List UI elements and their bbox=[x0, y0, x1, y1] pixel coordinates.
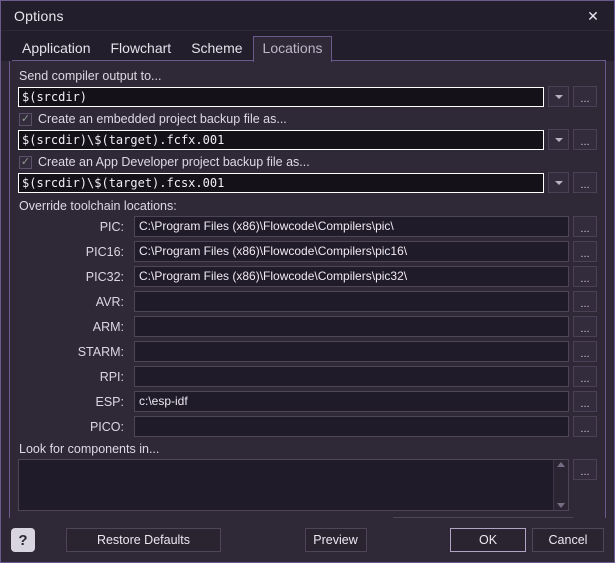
embedded-backup-input[interactable]: $(srcdir)\$(target).fcfx.001 bbox=[18, 130, 544, 150]
tab-strip: Application Flowchart Scheme Locations bbox=[1, 31, 614, 61]
components-browse-button[interactable]: ... bbox=[573, 459, 597, 480]
toolchain-browse-pic[interactable]: ... bbox=[573, 216, 597, 237]
tab-flowchart[interactable]: Flowchart bbox=[101, 36, 182, 62]
embedded-backup-row: $(srcdir)\$(target).fcfx.001 ... bbox=[18, 129, 597, 150]
toolchain-row-pic16: PIC16: C:\Program Files (x86)\Flowcode\C… bbox=[18, 241, 597, 262]
triangle-down-icon[interactable] bbox=[557, 503, 565, 508]
toolchain-label-pic32: PIC32: bbox=[18, 270, 130, 284]
embedded-backup-checkbox-row: ✓ Create an embedded project backup file… bbox=[19, 112, 597, 126]
toolchain-label-rpi: RPI: bbox=[18, 370, 130, 384]
embedded-backup-checkbox[interactable]: ✓ bbox=[19, 113, 32, 126]
clear-component-cache-button[interactable]: Clear component cache bbox=[393, 517, 573, 518]
toolchain-input-pic32[interactable]: C:\Program Files (x86)\Flowcode\Compiler… bbox=[134, 266, 569, 287]
toolchain-label-esp: ESP: bbox=[18, 395, 130, 409]
toolchain-input-rpi[interactable] bbox=[134, 366, 569, 387]
toolchain-row-pic: PIC: C:\Program Files (x86)\Flowcode\Com… bbox=[18, 216, 597, 237]
appdev-backup-input[interactable]: $(srcdir)\$(target).fcsx.001 bbox=[18, 173, 544, 193]
cancel-button[interactable]: Cancel bbox=[532, 528, 604, 552]
components-label: Look for components in... bbox=[19, 442, 597, 456]
components-textarea[interactable] bbox=[18, 459, 569, 511]
toolchain-label-pic16: PIC16: bbox=[18, 245, 130, 259]
toolchain-row-esp: ESP: c:\esp-idf ... bbox=[18, 391, 597, 412]
appdev-backup-browse-button[interactable]: ... bbox=[573, 172, 597, 193]
toolchain-label: Override toolchain locations: bbox=[19, 199, 597, 213]
toolchain-input-pic16[interactable]: C:\Program Files (x86)\Flowcode\Compiler… bbox=[134, 241, 569, 262]
toolchain-browse-avr[interactable]: ... bbox=[573, 291, 597, 312]
window-title: Options bbox=[14, 8, 580, 24]
toolchain-browse-pic32[interactable]: ... bbox=[573, 266, 597, 287]
toolchain-input-avr[interactable] bbox=[134, 291, 569, 312]
clear-cache-row: Clear component cache bbox=[18, 517, 597, 518]
toolchain-browse-starm[interactable]: ... bbox=[573, 341, 597, 362]
components-row: ... bbox=[18, 459, 597, 511]
tab-application[interactable]: Application bbox=[12, 36, 101, 62]
toolchain-browse-esp[interactable]: ... bbox=[573, 391, 597, 412]
check-icon: ✓ bbox=[21, 157, 30, 168]
compiler-output-browse-button[interactable]: ... bbox=[573, 86, 597, 107]
toolchain-row-pic32: PIC32: C:\Program Files (x86)\Flowcode\C… bbox=[18, 266, 597, 287]
toolchain-browse-pic16[interactable]: ... bbox=[573, 241, 597, 262]
toolchain-row-arm: ARM: ... bbox=[18, 316, 597, 337]
compiler-output-label: Send compiler output to... bbox=[19, 69, 597, 83]
toolchain-label-pic: PIC: bbox=[18, 220, 130, 234]
toolchain-row-rpi: RPI: ... bbox=[18, 366, 597, 387]
toolchain-label-avr: AVR: bbox=[18, 295, 130, 309]
toolchain-row-avr: AVR: ... bbox=[18, 291, 597, 312]
embedded-backup-browse-button[interactable]: ... bbox=[573, 129, 597, 150]
preview-button[interactable]: Preview bbox=[305, 528, 367, 552]
locations-panel: Send compiler output to... $(srcdir) ...… bbox=[9, 61, 606, 518]
toolchain-input-esp[interactable]: c:\esp-idf bbox=[134, 391, 569, 412]
check-icon: ✓ bbox=[21, 114, 30, 125]
embedded-backup-label: Create an embedded project backup file a… bbox=[38, 112, 287, 126]
embedded-backup-dropdown-icon[interactable] bbox=[548, 129, 569, 150]
toolchain-input-starm[interactable] bbox=[134, 341, 569, 362]
components-textarea-text[interactable] bbox=[19, 460, 553, 510]
appdev-backup-checkbox-row: ✓ Create an App Developer project backup… bbox=[19, 155, 597, 169]
appdev-backup-checkbox[interactable]: ✓ bbox=[19, 156, 32, 169]
toolchain-browse-pico[interactable]: ... bbox=[573, 416, 597, 437]
toolchain-input-arm[interactable] bbox=[134, 316, 569, 337]
help-icon[interactable]: ? bbox=[11, 528, 35, 552]
toolchain-row-starm: STARM: ... bbox=[18, 341, 597, 362]
restore-defaults-button[interactable]: Restore Defaults bbox=[66, 528, 221, 552]
toolchain-label-starm: STARM: bbox=[18, 345, 130, 359]
toolchain-browse-arm[interactable]: ... bbox=[573, 316, 597, 337]
title-bar: Options ✕ bbox=[1, 1, 614, 31]
appdev-backup-row: $(srcdir)\$(target).fcsx.001 ... bbox=[18, 172, 597, 193]
components-scrollbar[interactable] bbox=[553, 460, 568, 510]
ok-button[interactable]: OK bbox=[450, 528, 526, 552]
triangle-up-icon[interactable] bbox=[557, 462, 565, 467]
compiler-output-row: $(srcdir) ... bbox=[18, 86, 597, 107]
compiler-output-input[interactable]: $(srcdir) bbox=[18, 87, 544, 107]
appdev-backup-dropdown-icon[interactable] bbox=[548, 172, 569, 193]
toolchain-label-pico: PICO: bbox=[18, 420, 130, 434]
toolchain-row-pico: PICO: ... bbox=[18, 416, 597, 437]
toolchain-browse-rpi[interactable]: ... bbox=[573, 366, 597, 387]
close-icon[interactable]: ✕ bbox=[580, 5, 606, 27]
toolchain-label-arm: ARM: bbox=[18, 320, 130, 334]
compiler-output-dropdown-icon[interactable] bbox=[548, 86, 569, 107]
appdev-backup-label: Create an App Developer project backup f… bbox=[38, 155, 310, 169]
toolchain-input-pico[interactable] bbox=[134, 416, 569, 437]
tab-locations[interactable]: Locations bbox=[253, 36, 333, 62]
options-dialog: Options ✕ Application Flowchart Scheme L… bbox=[0, 0, 615, 563]
toolchain-input-pic[interactable]: C:\Program Files (x86)\Flowcode\Compiler… bbox=[134, 216, 569, 237]
dialog-footer: ? Restore Defaults Preview OK Cancel bbox=[1, 518, 614, 562]
tab-scheme[interactable]: Scheme bbox=[181, 36, 252, 62]
